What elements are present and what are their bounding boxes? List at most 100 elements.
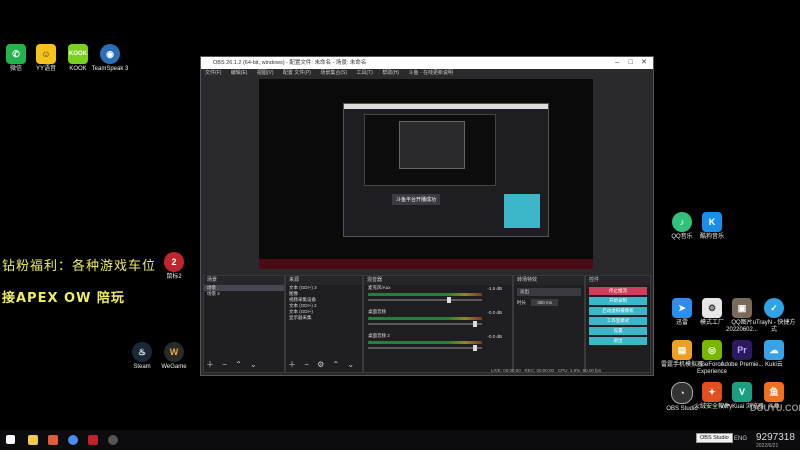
premiere-icon: Pr bbox=[732, 340, 752, 360]
transitions-dock-title: 转场特效 bbox=[514, 276, 584, 285]
nested-obs-capture: 斗鱼平台开播成功 bbox=[343, 103, 549, 237]
menu-view[interactable]: 视图(V) bbox=[257, 70, 274, 76]
nested-taskbar bbox=[259, 259, 593, 269]
mixer-channel: 桌面音频 2 -0.0 dB bbox=[364, 333, 512, 357]
wegame-desktop-icon[interactable]: W WeGame bbox=[152, 342, 196, 371]
rec-time: REC: 00:00:00 bbox=[524, 368, 555, 373]
studio-mode-button[interactable]: 工作室模式 bbox=[589, 317, 647, 325]
transitions-dock: 转场特效 淡出 时长 300 ms bbox=[513, 275, 585, 373]
duration-row: 时长 300 ms bbox=[517, 299, 581, 306]
volume-meter bbox=[368, 341, 482, 344]
douyu-watermark: DOUYU.COM bbox=[750, 403, 800, 413]
steam-icon: ♨ bbox=[132, 342, 152, 362]
stop-streaming-button[interactable]: 停止推流 bbox=[589, 287, 647, 295]
teamspeak-desktop-icon[interactable]: ◉ TeamSpeak 3 bbox=[88, 44, 132, 73]
kook-icon: KOOK bbox=[68, 44, 88, 64]
menu-tools[interactable]: 工具(T) bbox=[356, 70, 372, 76]
douyu-icon: 鱼 bbox=[764, 382, 784, 402]
mouse2-desktop-icon[interactable]: 2 鼠标2 bbox=[152, 252, 196, 281]
menu-profile[interactable]: 配置 文件(P) bbox=[283, 70, 311, 76]
explorer-icon[interactable] bbox=[28, 435, 38, 445]
icon-label: Steam bbox=[133, 364, 151, 370]
source-item[interactable]: 显示器采集 bbox=[286, 315, 362, 321]
channel-name: 麦克风/Aux bbox=[368, 285, 391, 290]
mixer-dock-title: 混音器 bbox=[364, 276, 512, 285]
tooltip: OBS Studio bbox=[696, 433, 733, 443]
chrome-icon[interactable] bbox=[68, 435, 78, 445]
icon-label: 酷狗音乐 bbox=[699, 234, 724, 240]
minimize-icon[interactable]: – bbox=[615, 57, 619, 69]
nested-preview-inner bbox=[399, 121, 465, 169]
volume-knob[interactable] bbox=[447, 297, 452, 303]
settings-button[interactable]: 设置 bbox=[589, 327, 647, 335]
controls-dock: 控件 停止推流 开始录制 启动虚拟摄像机 工作室模式 设置 退出 bbox=[585, 275, 651, 373]
xunlei-icon: ➤ bbox=[672, 298, 692, 318]
icon-label: WeGame bbox=[161, 364, 187, 370]
volume-meter bbox=[368, 293, 482, 296]
preview-canvas[interactable]: 斗鱼平台开播成功 bbox=[259, 79, 593, 269]
icon-label: 迅雷 bbox=[675, 320, 688, 326]
nested-titlebar bbox=[344, 104, 548, 109]
utray-desktop-icon[interactable]: ✓ uTrayN - 快捷方式 bbox=[752, 298, 796, 334]
scenes-toolbar[interactable]: ＋ − ⌃ ⌄ bbox=[206, 359, 260, 370]
menu-edit[interactable]: 编辑(E) bbox=[231, 70, 248, 76]
qqmusic-icon: ♪ bbox=[672, 212, 692, 232]
transition-select[interactable]: 淡出 bbox=[517, 288, 581, 296]
overlay-line-2: 接APEX OW 陪玩 bbox=[2, 291, 125, 306]
kugou-desktop-icon[interactable]: K 酷狗音乐 bbox=[690, 212, 734, 241]
nvidia-icon: ◎ bbox=[702, 340, 722, 360]
start-icon[interactable] bbox=[6, 435, 15, 444]
mixer-channel: 麦克风/Aux -1.5 dB bbox=[364, 285, 512, 309]
menu-douyu-update[interactable]: 斗鱼 - 在线更新说明 bbox=[409, 70, 453, 76]
close-icon[interactable]: ✕ bbox=[641, 57, 647, 69]
clock-time: 9297318 bbox=[756, 432, 795, 443]
volume-knob[interactable] bbox=[472, 321, 477, 327]
obs-taskbar-icon[interactable] bbox=[108, 435, 118, 445]
live-time: LIVE: 00:00:00 bbox=[491, 368, 521, 373]
scenes-dock-title: 场景 bbox=[204, 276, 284, 285]
menu-help[interactable]: 帮助(H) bbox=[382, 70, 399, 76]
sources-dock-title: 来源 bbox=[286, 276, 362, 285]
icon-label: uTrayN - 快捷方式 bbox=[752, 320, 796, 333]
duration-label: 时长 bbox=[517, 300, 526, 305]
start-recording-button[interactable]: 开始录制 bbox=[589, 297, 647, 305]
scenes-dock: 场景 场景 场景 2 ＋ − ⌃ ⌄ bbox=[203, 275, 285, 373]
language-indicator[interactable]: ENG bbox=[734, 436, 747, 442]
channel-db: -0.0 dB bbox=[487, 310, 502, 315]
taskbar: ⌃ ENG 9297318 2022/6/21 bbox=[0, 430, 800, 450]
channel-name: 桌面音频 bbox=[368, 309, 386, 314]
nested-controls bbox=[504, 194, 540, 228]
channel-name: 桌面音频 2 bbox=[368, 333, 390, 338]
app-icon[interactable] bbox=[88, 435, 98, 445]
duration-input[interactable]: 300 ms bbox=[531, 299, 559, 306]
folder-icon[interactable] bbox=[48, 435, 58, 445]
virtual-camera-button[interactable]: 启动虚拟摄像机 bbox=[589, 307, 647, 315]
cloud-icon: ☁ bbox=[764, 340, 784, 360]
overlay-line-1: 钻粉福利：各种游戏车位 bbox=[2, 259, 157, 274]
yy-icon: ☺ bbox=[36, 44, 56, 64]
volume-slider[interactable] bbox=[368, 323, 482, 325]
volume-slider[interactable] bbox=[368, 299, 482, 301]
maximize-icon[interactable]: □ bbox=[629, 57, 633, 69]
icon-label: 微信 bbox=[9, 66, 22, 72]
sources-toolbar[interactable]: ＋ − ⚙ ⌃ ⌄ bbox=[288, 359, 357, 370]
clock-date: 2022/6/21 bbox=[756, 443, 779, 449]
volume-slider[interactable] bbox=[368, 347, 482, 349]
wechat-icon: ✆ bbox=[6, 44, 26, 64]
nested-preview bbox=[364, 114, 496, 186]
scene-item[interactable]: 场景 2 bbox=[204, 291, 284, 297]
icon-label: TeamSpeak 3 bbox=[91, 66, 129, 72]
verykuai-icon: V bbox=[732, 382, 752, 402]
menu-file[interactable]: 文件(F) bbox=[205, 70, 221, 76]
obs-titlebar[interactable]: OBS 26.1.2 (64-bit, windows) - 配置文件: 未命名… bbox=[201, 57, 653, 69]
window-title: OBS 26.1.2 (64-bit, windows) - 配置文件: 未命名… bbox=[213, 60, 367, 66]
obs-window[interactable]: OBS 26.1.2 (64-bit, windows) - 配置文件: 未命名… bbox=[200, 56, 654, 376]
photo-icon: ▣ bbox=[732, 298, 752, 318]
sources-dock: 来源 文本 (GDI+) 3 图像 视频采集设备 文本 (GDI+) 2 文本 … bbox=[285, 275, 363, 373]
volume-knob[interactable] bbox=[472, 345, 477, 351]
menu-scene-collection[interactable]: 场景集合(S) bbox=[320, 70, 347, 76]
exit-button[interactable]: 退出 bbox=[589, 337, 647, 345]
icon-label: YY语音 bbox=[35, 66, 56, 72]
factory-icon: ⚙ bbox=[702, 298, 722, 318]
cloud-desktop-icon[interactable]: ☁ Kuki云 bbox=[752, 340, 796, 369]
